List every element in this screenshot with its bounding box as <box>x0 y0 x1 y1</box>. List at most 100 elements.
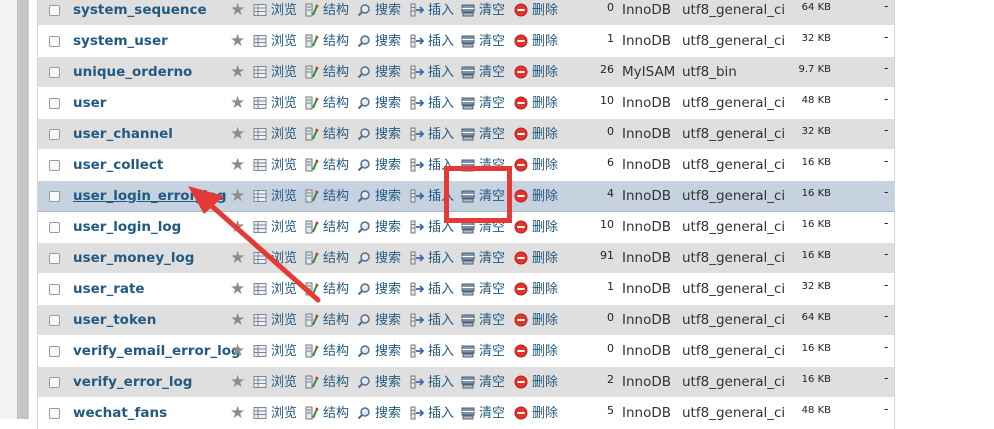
empty-table-action[interactable]: 清空 <box>461 57 505 88</box>
search-action[interactable]: 搜索 <box>357 305 401 336</box>
insert-action[interactable]: 插入 <box>410 0 454 26</box>
empty-table-action[interactable]: 清空 <box>461 336 505 367</box>
row-checkbox[interactable] <box>49 346 60 357</box>
search-action[interactable]: 搜索 <box>357 336 401 367</box>
favorite-star-button[interactable]: ★ <box>230 274 251 305</box>
drop-table-action[interactable]: 删除 <box>514 243 558 274</box>
empty-table-action[interactable]: 清空 <box>461 88 505 119</box>
insert-action[interactable]: 插入 <box>410 57 454 88</box>
row-checkbox[interactable] <box>49 253 60 264</box>
drop-table-action[interactable]: 删除 <box>514 57 558 88</box>
favorite-star-button[interactable]: ★ <box>230 0 251 26</box>
table-name-link[interactable]: unique_orderno <box>73 57 192 88</box>
empty-table-action[interactable]: 清空 <box>461 274 505 305</box>
structure-action[interactable]: 结构 <box>305 305 349 336</box>
favorite-star-button[interactable]: ★ <box>230 243 251 274</box>
insert-action[interactable]: 插入 <box>410 119 454 150</box>
table-name-link[interactable]: user_channel <box>73 119 173 150</box>
favorite-star-button[interactable]: ★ <box>230 150 251 181</box>
drop-table-action[interactable]: 删除 <box>514 398 558 429</box>
favorite-star-button[interactable]: ★ <box>230 398 251 429</box>
empty-table-action[interactable]: 清空 <box>461 367 505 398</box>
search-action[interactable]: 搜索 <box>357 57 401 88</box>
search-action[interactable]: 搜索 <box>357 88 401 119</box>
browse-action[interactable]: 浏览 <box>253 398 297 429</box>
empty-table-action[interactable]: 清空 <box>461 150 505 181</box>
row-checkbox[interactable] <box>49 284 60 295</box>
insert-action[interactable]: 插入 <box>410 274 454 305</box>
insert-action[interactable]: 插入 <box>410 150 454 181</box>
insert-action[interactable]: 插入 <box>410 336 454 367</box>
table-name-link[interactable]: user <box>73 88 106 119</box>
drop-table-action[interactable]: 删除 <box>514 181 558 212</box>
structure-action[interactable]: 结构 <box>305 150 349 181</box>
table-name-link[interactable]: verify_error_log <box>73 367 192 398</box>
insert-action[interactable]: 插入 <box>410 212 454 243</box>
search-action[interactable]: 搜索 <box>357 26 401 57</box>
structure-action[interactable]: 结构 <box>305 274 349 305</box>
empty-table-action[interactable]: 清空 <box>461 181 505 212</box>
favorite-star-button[interactable]: ★ <box>230 367 251 398</box>
empty-table-action[interactable]: 清空 <box>461 243 505 274</box>
row-checkbox[interactable] <box>49 36 60 47</box>
browse-action[interactable]: 浏览 <box>253 181 297 212</box>
table-name-link[interactable]: user_login_log <box>73 212 181 243</box>
search-action[interactable]: 搜索 <box>357 119 401 150</box>
favorite-star-button[interactable]: ★ <box>230 88 251 119</box>
structure-action[interactable]: 结构 <box>305 26 349 57</box>
insert-action[interactable]: 插入 <box>410 26 454 57</box>
structure-action[interactable]: 结构 <box>305 336 349 367</box>
drop-table-action[interactable]: 删除 <box>514 119 558 150</box>
structure-action[interactable]: 结构 <box>305 181 349 212</box>
table-name-link[interactable]: user_rate <box>73 274 145 305</box>
favorite-star-button[interactable]: ★ <box>230 336 251 367</box>
drop-table-action[interactable]: 删除 <box>514 367 558 398</box>
row-checkbox[interactable] <box>49 98 60 109</box>
row-checkbox[interactable] <box>49 377 60 388</box>
browse-action[interactable]: 浏览 <box>253 150 297 181</box>
structure-action[interactable]: 结构 <box>305 398 349 429</box>
drop-table-action[interactable]: 删除 <box>514 88 558 119</box>
row-checkbox[interactable] <box>49 129 60 140</box>
search-action[interactable]: 搜索 <box>357 367 401 398</box>
search-action[interactable]: 搜索 <box>357 398 401 429</box>
insert-action[interactable]: 插入 <box>410 243 454 274</box>
browse-action[interactable]: 浏览 <box>253 57 297 88</box>
structure-action[interactable]: 结构 <box>305 243 349 274</box>
navigation-scrollbar[interactable] <box>17 0 29 419</box>
search-action[interactable]: 搜索 <box>357 212 401 243</box>
table-name-link[interactable]: user_token <box>73 305 156 336</box>
favorite-star-button[interactable]: ★ <box>230 57 251 88</box>
structure-action[interactable]: 结构 <box>305 57 349 88</box>
row-checkbox[interactable] <box>49 408 60 419</box>
table-name-link[interactable]: verify_email_error_log <box>73 336 241 367</box>
empty-table-action[interactable]: 清空 <box>461 305 505 336</box>
insert-action[interactable]: 插入 <box>410 88 454 119</box>
row-checkbox[interactable] <box>49 315 60 326</box>
drop-table-action[interactable]: 删除 <box>514 212 558 243</box>
table-name-link[interactable]: user_login_error_log <box>73 181 226 212</box>
row-checkbox[interactable] <box>49 222 60 233</box>
structure-action[interactable]: 结构 <box>305 367 349 398</box>
row-checkbox[interactable] <box>49 191 60 202</box>
structure-action[interactable]: 结构 <box>305 0 349 26</box>
insert-action[interactable]: 插入 <box>410 305 454 336</box>
browse-action[interactable]: 浏览 <box>253 305 297 336</box>
drop-table-action[interactable]: 删除 <box>514 336 558 367</box>
structure-action[interactable]: 结构 <box>305 119 349 150</box>
drop-table-action[interactable]: 删除 <box>514 274 558 305</box>
insert-action[interactable]: 插入 <box>410 398 454 429</box>
table-name-link[interactable]: user_collect <box>73 150 163 181</box>
favorite-star-button[interactable]: ★ <box>230 212 251 243</box>
browse-action[interactable]: 浏览 <box>253 26 297 57</box>
browse-action[interactable]: 浏览 <box>253 367 297 398</box>
scrollbar-thumb[interactable] <box>19 0 28 419</box>
empty-table-action[interactable]: 清空 <box>461 26 505 57</box>
empty-table-action[interactable]: 清空 <box>461 398 505 429</box>
favorite-star-button[interactable]: ★ <box>230 26 251 57</box>
browse-action[interactable]: 浏览 <box>253 88 297 119</box>
browse-action[interactable]: 浏览 <box>253 212 297 243</box>
browse-action[interactable]: 浏览 <box>253 336 297 367</box>
table-name-link[interactable]: system_sequence <box>73 0 207 26</box>
favorite-star-button[interactable]: ★ <box>230 305 251 336</box>
